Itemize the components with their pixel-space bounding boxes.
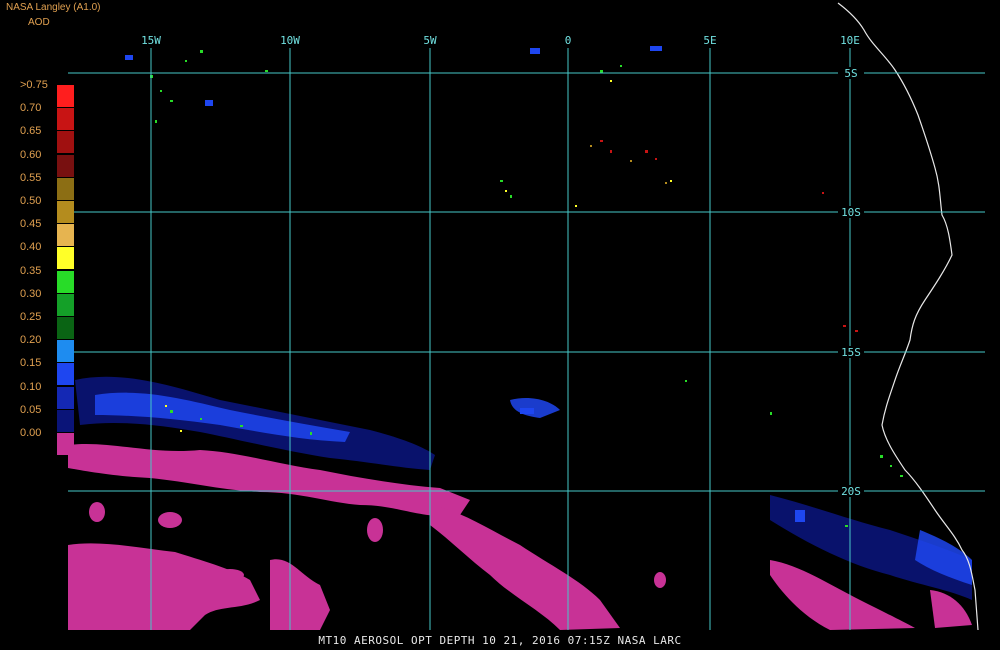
legend-swatch <box>57 317 74 339</box>
legend-label: 0.35 <box>20 264 42 277</box>
latitude-label: 10S <box>841 206 861 219</box>
latitude-label: 5S <box>844 67 857 80</box>
legend-swatch <box>57 247 74 270</box>
source-title: NASA Langley (A1.0) <box>6 2 101 13</box>
latitude-label: 15S <box>841 346 861 359</box>
legend-label: 0.60 <box>20 148 42 161</box>
legend-swatch <box>57 270 74 293</box>
legend-label: 0.15 <box>20 357 42 370</box>
longitude-label: 10E <box>840 34 860 47</box>
legend-label: 0.10 <box>20 380 42 393</box>
legend-swatch <box>57 154 74 177</box>
legend-label: 0.00 <box>20 427 42 439</box>
legend-label: 0.50 <box>20 195 42 207</box>
latitude-label: 20S <box>841 485 861 498</box>
legend-swatch <box>57 201 74 223</box>
longitude-label: 5W <box>423 34 437 47</box>
legend-swatch <box>57 363 74 386</box>
legend-swatch <box>57 108 74 131</box>
longitude-label: 5E <box>703 34 716 47</box>
legend-label: 0.25 <box>20 311 42 323</box>
legend-label: 0.70 <box>20 102 42 115</box>
product-title: AOD <box>28 17 50 28</box>
legend-label: 0.45 <box>20 218 42 231</box>
legend-swatch <box>57 433 74 455</box>
legend-label: 0.20 <box>20 334 42 347</box>
legend-label: 0.55 <box>20 171 42 184</box>
longitude-label: 15W <box>141 34 161 47</box>
legend-swatch <box>57 409 74 432</box>
legend-swatch <box>57 224 74 247</box>
legend-label: 0.40 <box>20 241 42 254</box>
longitude-label: 10W <box>280 34 300 47</box>
aod-map: 15W 10W 5W 0 5E 10E 5S 10S 15S 20S <box>0 0 1000 650</box>
legend-swatch <box>57 85 74 107</box>
legend-label: 0.65 <box>20 125 42 138</box>
legend-swatch <box>57 131 74 154</box>
longitude-label: 0 <box>565 34 572 47</box>
footer-caption: MT10 AEROSOL OPT DEPTH 10 21, 2016 07:15… <box>318 634 682 647</box>
legend-label: 0.05 <box>20 403 42 416</box>
legend-swatch <box>57 293 74 316</box>
legend-swatch <box>57 386 74 409</box>
legend-label: >0.75 <box>20 79 48 91</box>
legend-swatch <box>57 177 74 200</box>
legend-swatch <box>57 340 74 363</box>
legend-label: 0.30 <box>20 287 42 300</box>
